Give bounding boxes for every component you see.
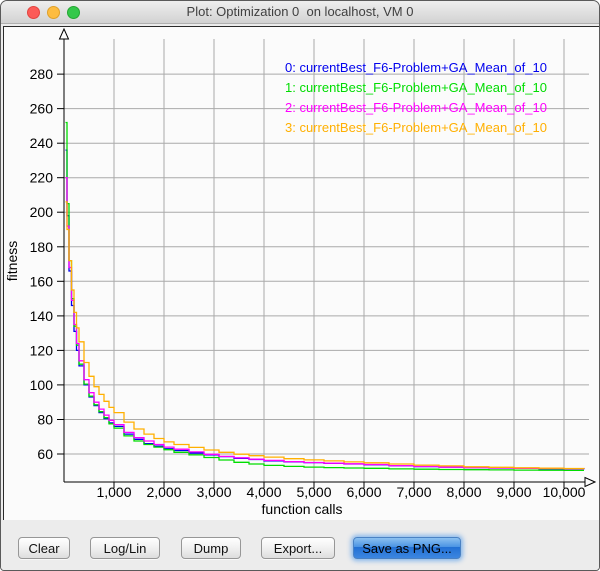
x-tick-label: 1,000: [96, 484, 131, 500]
chart-legend: 0: currentBest_F6-Problem+GA_Mean_of_10 …: [285, 58, 547, 138]
title-bar[interactable]: Plot: Optimization 0 on localhost, VM 0: [1, 1, 599, 24]
x-tick-label: 2,000: [146, 484, 181, 500]
y-tick-label: 180: [30, 239, 54, 255]
y-tick-label: 200: [30, 204, 54, 220]
button-toolbar: Clear Log/Lin Dump Export... Save as PNG…: [1, 520, 599, 571]
x-axis-arrow-icon: [585, 478, 595, 487]
x-tick-label: 6,000: [346, 484, 381, 500]
series-line-3: [66, 202, 585, 469]
plot-panel: 1,000 2,000 3,000 4,000 5,000 6,000 7,000 8,000…: [3, 26, 600, 522]
x-tick-label: 3,000: [196, 484, 231, 500]
series-line-1: [66, 123, 585, 471]
x-tick-label: 7,000: [396, 484, 431, 500]
y-tick-label: 120: [30, 342, 54, 358]
x-tick-label: 10,000: [543, 484, 586, 500]
legend-entry: 3: currentBest_F6-Problem+GA_Mean_of_10: [285, 118, 547, 138]
y-axis-label: fitness: [4, 151, 20, 371]
window-title: Plot: Optimization 0 on localhost, VM 0: [1, 1, 599, 23]
y-tick-label: 100: [30, 377, 54, 393]
series-line-2: [66, 178, 585, 469]
save-as-png-button[interactable]: Save as PNG...: [353, 537, 461, 559]
dump-button[interactable]: Dump: [181, 537, 241, 559]
legend-entry: 2: currentBest_F6-Problem+GA_Mean_of_10: [285, 98, 547, 118]
x-tick-label: 4,000: [246, 484, 281, 500]
series-line-0: [66, 150, 585, 469]
x-axis-label: function calls: [4, 501, 600, 517]
y-tick-label: 80: [37, 412, 53, 428]
y-tick-label: 240: [30, 135, 54, 151]
clear-button[interactable]: Clear: [18, 537, 70, 559]
x-tick-label: 5,000: [296, 484, 331, 500]
legend-entry: 0: currentBest_F6-Problem+GA_Mean_of_10: [285, 58, 547, 78]
y-tick-label: 280: [30, 66, 54, 82]
y-axis-arrow-icon: [60, 29, 69, 39]
plot-window: Plot: Optimization 0 on localhost, VM 0 …: [0, 0, 600, 571]
y-tick-label: 260: [30, 101, 54, 117]
x-tick-label: 8,000: [446, 484, 481, 500]
y-tick-label: 220: [30, 170, 54, 186]
log-lin-button[interactable]: Log/Lin: [90, 537, 160, 559]
series-lines: [66, 123, 585, 471]
y-tick-label: 60: [37, 446, 53, 462]
y-tick-label: 140: [30, 308, 54, 324]
y-tick-label: 160: [30, 273, 54, 289]
export-button[interactable]: Export...: [261, 537, 335, 559]
x-tick-label: 9,000: [496, 484, 531, 500]
legend-entry: 1: currentBest_F6-Problem+GA_Mean_of_10: [285, 78, 547, 98]
